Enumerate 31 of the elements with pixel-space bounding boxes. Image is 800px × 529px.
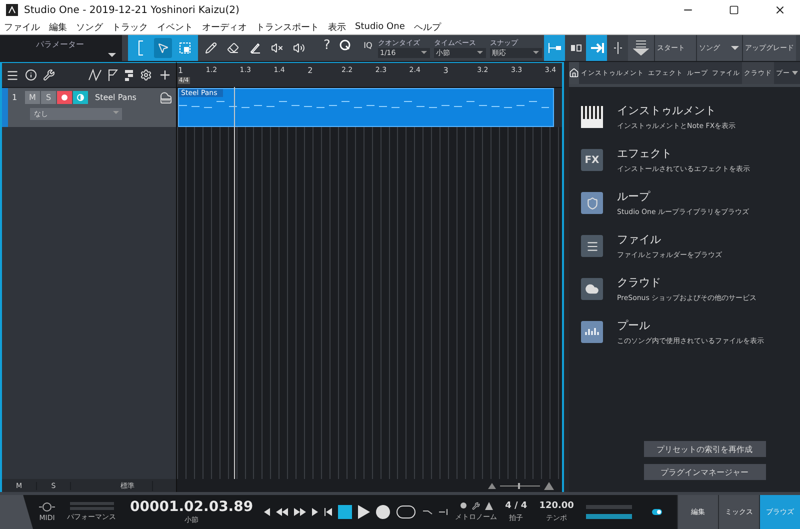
category-title: クラウド bbox=[617, 275, 662, 290]
category-title: インストゥルメント bbox=[617, 103, 717, 118]
time-display: 00001.02.03.89 bbox=[130, 499, 254, 515]
menu-item[interactable]: 編集 bbox=[49, 20, 67, 34]
category-title: ファイル bbox=[617, 232, 662, 247]
tempo-value: 120.00 bbox=[539, 501, 574, 511]
ruler-label: 2 bbox=[308, 66, 313, 75]
category-title: プール bbox=[617, 318, 651, 333]
fx-icon: FX bbox=[581, 149, 603, 171]
help-button[interactable]: ? bbox=[318, 35, 336, 55]
browser-button[interactable]: プリセットの索引を再作成 bbox=[644, 441, 766, 457]
menu-item[interactable]: イベント bbox=[157, 20, 193, 34]
menu-item[interactable]: ソング bbox=[76, 20, 103, 34]
menu-item[interactable]: ヘルプ bbox=[414, 20, 441, 34]
browser-button[interactable]: プラグインマネージャー bbox=[644, 464, 766, 480]
track-number: 1 bbox=[12, 93, 18, 102]
category-title: エフェクト bbox=[617, 146, 673, 161]
menu-item[interactable]: トラック bbox=[112, 20, 148, 34]
menu-item[interactable]: Studio One bbox=[355, 22, 405, 32]
track-name: Steel Pans bbox=[95, 93, 138, 102]
parameter-dropdown[interactable]: パラメーター bbox=[0, 35, 122, 61]
ruler-label: 1 bbox=[178, 66, 184, 75]
menu-item[interactable]: ファイル bbox=[4, 20, 40, 34]
menu-item[interactable]: 表示 bbox=[328, 20, 346, 34]
category-title: ループ bbox=[617, 189, 652, 204]
ruler-label: 3 bbox=[443, 66, 448, 75]
menu-item[interactable]: オーディオ bbox=[202, 20, 247, 34]
iq-button[interactable]: IQ bbox=[360, 35, 376, 55]
window-title: Studio One - 2019-12-21 Yoshinori Kaizu(2) bbox=[24, 4, 240, 16]
time-signature-value: 4 / 4 bbox=[505, 501, 528, 511]
menu-item[interactable]: トランスポート bbox=[256, 20, 319, 34]
